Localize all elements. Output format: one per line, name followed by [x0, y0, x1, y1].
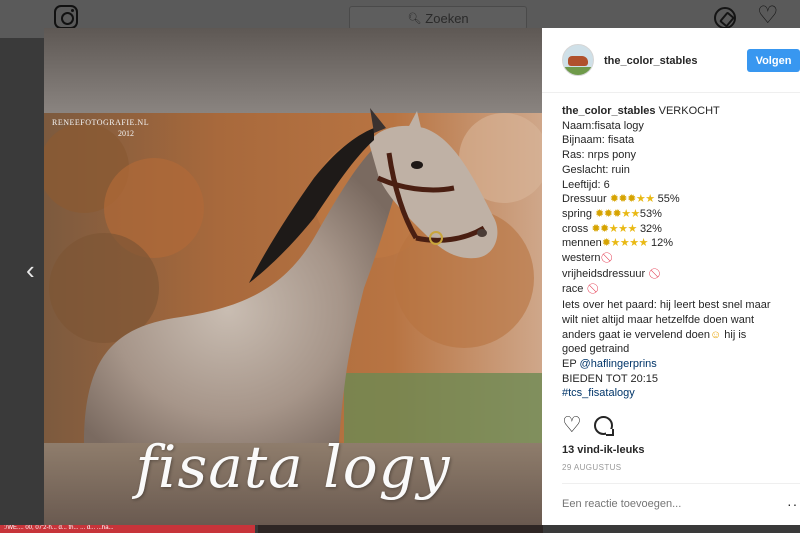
smiley-icon: ☺︎: [710, 328, 722, 341]
race-label: race: [562, 283, 584, 296]
comment-input[interactable]: [562, 498, 792, 510]
avatar-grass-shape: [563, 67, 593, 75]
star-icon: ★★★★: [610, 237, 648, 250]
background-thumbnail: [258, 525, 543, 533]
comment-divider: [562, 483, 800, 484]
vrijheidsdressuur-label: vrijheidsdressuur: [562, 267, 646, 280]
caption-ras: Ras: nrps pony: [562, 149, 636, 162]
follow-button[interactable]: Volgen: [747, 49, 800, 72]
star-burst-icon: ✹✹: [591, 222, 609, 235]
image-title-text: fisata logy: [135, 433, 451, 501]
instagram-logo-icon[interactable]: [54, 5, 78, 29]
previous-post-arrow[interactable]: ‹: [26, 255, 46, 285]
compass-icon[interactable]: [714, 7, 736, 29]
caption-bieden: BIEDEN TOT 20:15: [562, 372, 658, 385]
prohibited-icon: 🚫︎: [648, 268, 661, 280]
search-placeholder: Zoeken: [425, 10, 469, 26]
star-icon: ★★: [635, 193, 655, 206]
post-date: 29 AUGUSTUS: [562, 463, 622, 472]
cross-label: cross: [562, 222, 589, 235]
post-image[interactable]: RENEEFOTOGRAFIE.NL 2012 fisata logy: [44, 28, 542, 525]
like-count[interactable]: 13 vind-ik-leuks: [562, 444, 645, 456]
ep-label: EP: [562, 357, 577, 370]
caption-about-4: goed getraind: [562, 343, 630, 356]
caption-geslacht: Geslacht: ruin: [562, 163, 630, 176]
star-icon: ★★★: [608, 222, 638, 235]
cross-percentage: 32%: [639, 222, 662, 235]
prohibited-icon: 🚫︎: [586, 284, 600, 296]
background-strip-text: :/WE.... 00, 07'2-h... d... th... ... d.…: [4, 525, 114, 531]
star-icon: ★★: [621, 207, 640, 220]
caption-about-2: wilt niet altijd maar hetzelfde doen wan…: [562, 313, 754, 326]
avatar[interactable]: [562, 44, 594, 76]
prohibited-icon: 🚫︎: [600, 253, 614, 265]
caption-bijnaam: Bijnaam: fisata: [562, 134, 635, 147]
search-icon: 🔍︎: [407, 12, 422, 25]
star-burst-icon: ✹✹✹: [595, 207, 622, 220]
dressuur-label: Dressuur: [562, 193, 607, 206]
background-notification-strip: :/WE.... 00, 07'2-h... d... th... ... d.…: [0, 525, 255, 533]
more-options-icon[interactable]: ···: [787, 496, 800, 512]
photo-credit-year: 2012: [118, 129, 134, 138]
post-header: the_color_stables Volgen: [542, 28, 800, 93]
post-actions: ♡: [562, 414, 614, 440]
mennen-label: mennen: [562, 237, 602, 250]
dressuur-percentage: 55%: [657, 193, 680, 206]
caption-about-3b: hij is: [724, 328, 747, 341]
like-heart-icon[interactable]: ♡: [562, 414, 582, 440]
hashtag-link[interactable]: #tcs_fisatalogy: [562, 387, 635, 399]
comment-bubble-icon[interactable]: [593, 416, 614, 436]
caption-username[interactable]: the_color_stables: [562, 105, 656, 117]
mennen-percentage: 12%: [651, 237, 674, 250]
star-burst-icon: ✹✹✹: [609, 193, 637, 206]
username-link[interactable]: the_color_stables: [604, 55, 698, 67]
spring-percentage: 53%: [639, 207, 662, 220]
post-details-panel: the_color_stables Volgen the_color_stabl…: [542, 28, 800, 525]
caption-status: VERKOCHT: [658, 105, 720, 117]
post-caption: the_color_stables VERKOCHT Naam:fisata l…: [562, 104, 792, 401]
search-box[interactable]: 🔍︎ Zoeken: [349, 6, 527, 30]
caption-about-1: Iets over het paard: hij leert best snel…: [562, 299, 771, 312]
photo-credit: RENEEFOTOGRAFIE.NL: [52, 118, 150, 127]
heart-icon[interactable]: ♡: [757, 4, 779, 28]
western-label: western: [562, 252, 601, 265]
caption-about-3: anders gaat ie vervelend doen: [562, 328, 710, 341]
ep-mention-link[interactable]: @haflingerprins: [580, 358, 657, 370]
avatar-horse-shape: [568, 56, 588, 66]
spring-label: spring: [562, 207, 592, 220]
caption-naam: Naam:fisata logy: [562, 119, 644, 132]
caption-leeftijd: Leeftijd: 6: [562, 178, 610, 191]
